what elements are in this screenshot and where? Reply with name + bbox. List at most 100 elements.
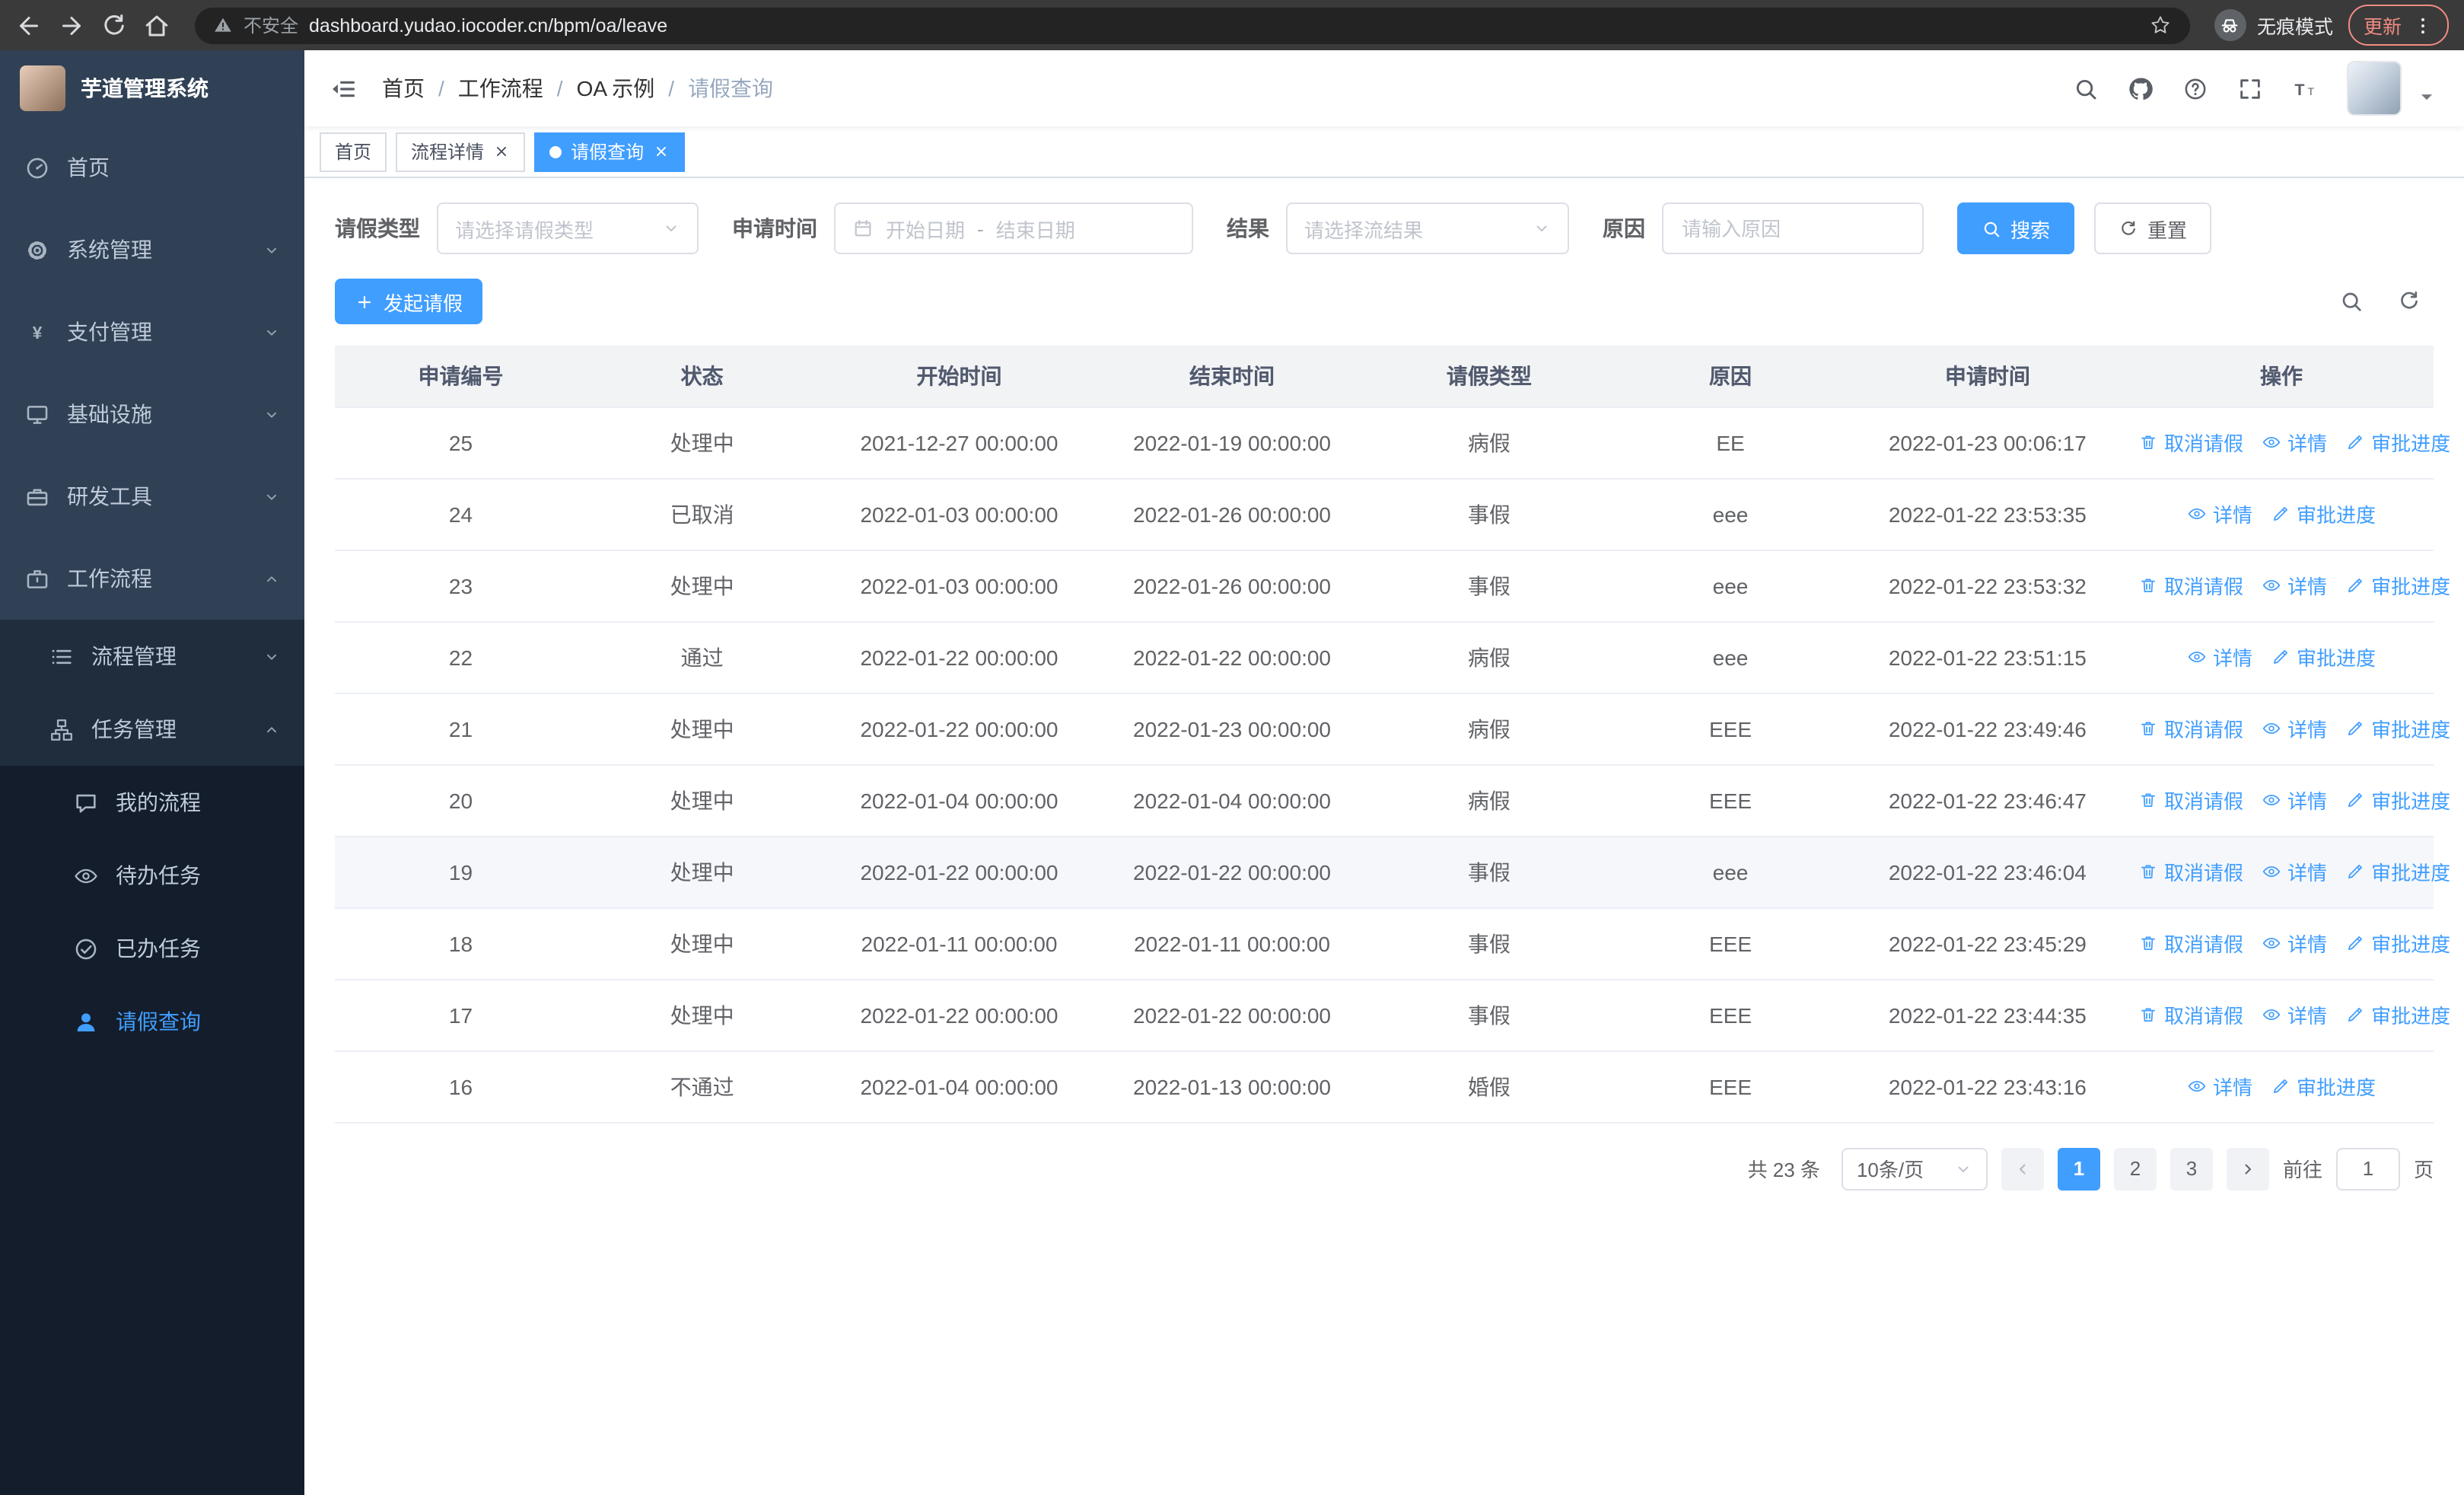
leave-type-select[interactable]: 请选择请假类型 bbox=[437, 202, 699, 254]
browser-update-button[interactable]: 更新 bbox=[2348, 5, 2449, 46]
result-select[interactable]: 请选择流结果 bbox=[1286, 202, 1569, 254]
sidebar-item-label: 任务管理 bbox=[91, 717, 177, 741]
address-bar[interactable]: 不安全 dashboard.yudao.iocoder.cn/bpm/oa/le… bbox=[195, 7, 2190, 43]
end-date-placeholder[interactable]: 结束日期 bbox=[996, 214, 1075, 243]
fullscreen-icon[interactable] bbox=[2237, 75, 2263, 101]
sidebar-item-todo-tasks[interactable]: 待办任务 bbox=[0, 839, 304, 912]
cell-id: 16 bbox=[335, 1050, 587, 1123]
action-progress[interactable]: 审批进度 bbox=[2345, 571, 2450, 600]
action-progress[interactable]: 审批进度 bbox=[2345, 714, 2450, 743]
cell-end-time: 2022-01-26 00:00:00 bbox=[1100, 550, 1364, 622]
security-warning-icon[interactable] bbox=[213, 15, 233, 35]
app-logo[interactable]: 芋道管理系统 bbox=[0, 50, 304, 126]
bookmark-star-icon[interactable] bbox=[2149, 14, 2172, 37]
action-detail[interactable]: 详情 bbox=[2262, 857, 2327, 886]
action-cancel[interactable]: 取消请假 bbox=[2138, 857, 2243, 886]
tab-2[interactable]: 请假查询 bbox=[534, 132, 686, 171]
user-avatar[interactable] bbox=[2347, 61, 2402, 116]
toggle-search-button[interactable] bbox=[2339, 289, 2364, 314]
action-progress[interactable]: 审批进度 bbox=[2345, 929, 2450, 958]
sidebar-item-task-management[interactable]: 任务管理 bbox=[0, 693, 304, 766]
close-icon[interactable] bbox=[493, 143, 510, 160]
avatar-caret-icon[interactable] bbox=[2414, 84, 2440, 110]
github-icon[interactable] bbox=[2128, 75, 2154, 101]
cell-status: 处理中 bbox=[586, 979, 818, 1051]
sidebar-item-process-management[interactable]: 流程管理 bbox=[0, 620, 304, 693]
create-leave-button[interactable]: 发起请假 bbox=[335, 279, 483, 324]
action-progress[interactable]: 审批进度 bbox=[2345, 428, 2450, 457]
browser-menu-icon[interactable] bbox=[2412, 14, 2434, 36]
reset-button[interactable]: 重置 bbox=[2094, 202, 2212, 254]
page-button-1[interactable]: 1 bbox=[2057, 1147, 2100, 1190]
incognito-avatar bbox=[2214, 9, 2246, 41]
sidebar-collapse-button[interactable] bbox=[329, 74, 358, 103]
action-cancel[interactable]: 取消请假 bbox=[2138, 1000, 2243, 1029]
sidebar-item-infrastructure[interactable]: 基础设施 bbox=[0, 373, 304, 455]
edit-icon bbox=[2345, 432, 2365, 452]
search-button[interactable]: 搜索 bbox=[1957, 202, 2075, 254]
global-search-icon[interactable] bbox=[2073, 75, 2099, 101]
action-detail[interactable]: 详情 bbox=[2262, 428, 2327, 457]
page-button-3[interactable]: 3 bbox=[2170, 1147, 2213, 1190]
action-detail[interactable]: 详情 bbox=[2262, 1000, 2327, 1029]
action-label: 审批进度 bbox=[2371, 933, 2451, 956]
breadcrumb-item[interactable]: 首页 bbox=[382, 73, 425, 104]
tab-0[interactable]: 首页 bbox=[320, 132, 387, 171]
tab-1[interactable]: 流程详情 bbox=[396, 132, 526, 171]
next-page-button[interactable] bbox=[2226, 1147, 2269, 1190]
action-progress[interactable]: 审批进度 bbox=[2271, 1072, 2376, 1101]
browser-back-button[interactable] bbox=[15, 11, 43, 39]
prev-page-button[interactable] bbox=[2001, 1147, 2044, 1190]
start-date-placeholder[interactable]: 开始日期 bbox=[886, 214, 965, 243]
table-row: 21 处理中 2022-01-22 00:00:00 2022-01-23 00:00… bbox=[335, 693, 2450, 765]
action-cancel[interactable]: 取消请假 bbox=[2138, 714, 2243, 743]
action-detail[interactable]: 详情 bbox=[2187, 642, 2252, 671]
action-detail[interactable]: 详情 bbox=[2262, 786, 2327, 814]
browser-home-button[interactable] bbox=[143, 11, 170, 39]
page-button-2[interactable]: 2 bbox=[2113, 1147, 2157, 1190]
font-size-icon[interactable]: TT bbox=[2292, 75, 2318, 101]
browser-forward-button[interactable] bbox=[58, 11, 85, 39]
page-size-select[interactable]: 10条/页 bbox=[1841, 1147, 1988, 1190]
sidebar-item-leave-query[interactable]: 请假查询 bbox=[0, 985, 304, 1058]
action-cancel[interactable]: 取消请假 bbox=[2138, 929, 2243, 958]
action-progress[interactable]: 审批进度 bbox=[2345, 857, 2450, 886]
action-cancel[interactable]: 取消请假 bbox=[2138, 786, 2243, 814]
cell-end-time: 2022-01-04 00:00:00 bbox=[1100, 764, 1364, 837]
apply-time-range-picker[interactable]: 开始日期 - 结束日期 bbox=[834, 202, 1193, 254]
sidebar-filler bbox=[0, 1058, 304, 1495]
cell-apply-time: 2022-01-22 23:53:35 bbox=[1845, 478, 2129, 550]
sidebar-item-system-management[interactable]: 系统管理 bbox=[0, 209, 304, 291]
sidebar-item-done-tasks[interactable]: 已办任务 bbox=[0, 912, 304, 985]
breadcrumb-item[interactable]: 工作流程 bbox=[458, 73, 543, 104]
url-text[interactable]: dashboard.yudao.iocoder.cn/bpm/oa/leave bbox=[309, 14, 667, 36]
page-buttons: 123 bbox=[2057, 1147, 2213, 1190]
action-cancel[interactable]: 取消请假 bbox=[2138, 428, 2243, 457]
refresh-table-button[interactable] bbox=[2397, 289, 2421, 314]
action-cancel[interactable]: 取消请假 bbox=[2138, 571, 2243, 600]
action-detail[interactable]: 详情 bbox=[2187, 1072, 2252, 1101]
sidebar-item-label: 支付管理 bbox=[67, 320, 152, 344]
action-detail[interactable]: 详情 bbox=[2262, 571, 2327, 600]
sidebar-item-home[interactable]: 首页 bbox=[0, 126, 304, 209]
sidebar-item-dev-tools[interactable]: 研发工具 bbox=[0, 455, 304, 537]
close-icon[interactable] bbox=[653, 143, 670, 160]
browser-reload-button[interactable] bbox=[100, 11, 128, 39]
action-detail[interactable]: 详情 bbox=[2187, 499, 2252, 528]
reason-input[interactable] bbox=[1662, 202, 1924, 254]
sidebar-item-my-process[interactable]: 我的流程 bbox=[0, 766, 304, 839]
action-detail[interactable]: 详情 bbox=[2262, 929, 2327, 958]
action-label: 详情 bbox=[2212, 1076, 2252, 1099]
action-progress[interactable]: 审批进度 bbox=[2345, 1000, 2450, 1029]
help-icon[interactable] bbox=[2182, 75, 2208, 101]
sidebar-item-payment-management[interactable]: ¥ 支付管理 bbox=[0, 291, 304, 373]
breadcrumb-item[interactable]: OA 示例 bbox=[577, 73, 655, 104]
action-detail[interactable]: 详情 bbox=[2262, 714, 2327, 743]
action-progress[interactable]: 审批进度 bbox=[2271, 499, 2376, 528]
security-warning-label[interactable]: 不安全 bbox=[244, 12, 298, 38]
sidebar-item-workflow[interactable]: 工作流程 bbox=[0, 537, 304, 620]
action-progress[interactable]: 审批进度 bbox=[2271, 642, 2376, 671]
column-header: 状态 bbox=[586, 346, 818, 407]
action-progress[interactable]: 审批进度 bbox=[2345, 786, 2450, 814]
goto-page-input[interactable] bbox=[2335, 1147, 2400, 1190]
